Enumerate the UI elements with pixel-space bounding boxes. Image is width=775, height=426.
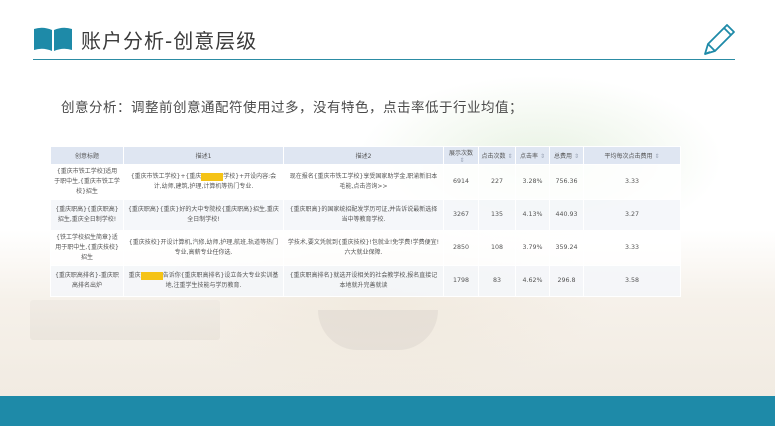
cell-desc2: {重庆职高}的国家统招配发学历可证,并告诉说最新选择当中等教育学校. bbox=[283, 199, 444, 231]
open-book-icon bbox=[34, 27, 72, 51]
table-row: {重庆职高}{重庆职高}招生,重庆全日制学校! {重庆职高}{重庆}好的大中专院… bbox=[50, 199, 681, 231]
cell-cost: 440.93 bbox=[549, 199, 584, 231]
cell-desc1: 重庆 告诉你{重庆职高排名}设立各大专业实训基地,注重学生技能与学历教育. bbox=[123, 265, 284, 297]
cell-ctr: 3.79% bbox=[515, 230, 550, 266]
cell-cpc: 3.58 bbox=[583, 265, 681, 297]
cell-ctr: 3.28% bbox=[515, 164, 550, 200]
table-header-row: 创意标题 描述1 描述2 展示次数⇕ 点击次数 ⇕ 点击率 ⇕ 总费用 ⇕ 平均每次点… bbox=[50, 146, 681, 165]
cell-title: {重庆职高}{重庆职高}招生,重庆全日制学校! bbox=[50, 199, 124, 231]
page-title: 账户分析-创意层级 bbox=[81, 28, 258, 53]
footer-bar bbox=[0, 396, 775, 426]
cell-cost: 359.24 bbox=[549, 230, 584, 266]
column-header-cost[interactable]: 总费用 ⇕ bbox=[549, 146, 584, 165]
table-row: {重庆职高排名}-重庆职高排名出炉 重庆 告诉你{重庆职高排名}设立各大专业实训基… bbox=[50, 265, 681, 297]
table-row: {铁工学校招生简章}适用于职中生,{重庆技校}招生 {重庆技校}开设计算机,汽修… bbox=[50, 230, 681, 266]
column-header-desc1: 描述1 bbox=[123, 146, 284, 165]
column-header-desc2: 描述2 bbox=[283, 146, 444, 165]
cell-impressions: 1798 bbox=[443, 265, 479, 297]
sort-icon[interactable]: ⇕ bbox=[540, 153, 545, 160]
cell-clicks: 227 bbox=[478, 164, 516, 200]
pencil-icon bbox=[704, 24, 735, 55]
column-header-ctr[interactable]: 点击率 ⇕ bbox=[515, 146, 550, 165]
cell-desc2: 学技术,要文凭就到{重庆技校}!包就业!免学费!学费便宜!六大就业保障. bbox=[283, 230, 444, 266]
cell-clicks: 108 bbox=[478, 230, 516, 266]
cell-clicks: 135 bbox=[478, 199, 516, 231]
cell-impressions: 2850 bbox=[443, 230, 479, 266]
table-row: {重庆市铁工学校]适用于职中生,{重庆市铁工学校}招生 {重庆市铁工学校}+{重… bbox=[50, 164, 681, 200]
cell-cpc: 3.27 bbox=[583, 199, 681, 231]
sort-icon[interactable]: ⇕ bbox=[507, 153, 512, 160]
cell-ctr: 4.13% bbox=[515, 199, 550, 231]
cell-cost: 296.8 bbox=[549, 265, 584, 297]
column-header-impressions[interactable]: 展示次数⇕ bbox=[443, 146, 479, 165]
column-header-title: 创意标题 bbox=[50, 146, 124, 165]
cell-clicks: 83 bbox=[478, 265, 516, 297]
title-divider bbox=[33, 59, 735, 60]
cell-title: {重庆市铁工学校]适用于职中生,{重庆市铁工学校}招生 bbox=[50, 164, 124, 200]
cell-impressions: 3267 bbox=[443, 199, 479, 231]
column-header-clicks[interactable]: 点击次数 ⇕ bbox=[478, 146, 516, 165]
cell-desc2: 现在报名{重庆市铁工学校}享受国家助学金,职渝新旧本毛能,点击咨询>> bbox=[283, 164, 444, 200]
cell-title: {铁工学校招生简章}适用于职中生,{重庆技校}招生 bbox=[50, 230, 124, 266]
analysis-summary: 创意分析：调整前创意通配符使用过多，没有特色，点击率低于行业均值； bbox=[61, 100, 523, 116]
sort-icon[interactable]: ⇕ bbox=[654, 153, 659, 160]
cell-desc2: {重庆职高排名}就选开设相关的社会教学校,报名直接记本地就升完善就读 bbox=[283, 265, 444, 297]
cell-desc1: {重庆技校}开设计算机,汽修,幼师,护理,航班,轨道等热门专业,高薪专业任你选. bbox=[123, 230, 284, 266]
redaction-block bbox=[140, 271, 163, 280]
cell-ctr: 4.62% bbox=[515, 265, 550, 297]
cell-cpc: 3.33 bbox=[583, 164, 681, 200]
background-books-decoration bbox=[30, 300, 220, 340]
cell-title: {重庆职高排名}-重庆职高排名出炉 bbox=[50, 265, 124, 297]
creative-table: 创意标题 描述1 描述2 展示次数⇕ 点击次数 ⇕ 点击率 ⇕ 总费用 ⇕ 平均每次点… bbox=[50, 146, 681, 297]
cell-cost: 756.36 bbox=[549, 164, 584, 200]
cell-desc1: {重庆职高}{重庆}好的大中专院校{重庆职高}招生,重庆全日制学校! bbox=[123, 199, 284, 231]
cell-cpc: 3.33 bbox=[583, 230, 681, 266]
sort-icon[interactable]: ⇕ bbox=[459, 157, 464, 164]
sort-icon[interactable]: ⇕ bbox=[574, 153, 579, 160]
column-header-cpc[interactable]: 平均每次点击费用 ⇕ bbox=[583, 146, 681, 165]
cell-desc1: {重庆市铁工学校}+{重庆 学校}+开设内容:会计,幼师,建筑,护理,计算机等热门… bbox=[123, 164, 284, 200]
cell-impressions: 6914 bbox=[443, 164, 479, 200]
slide-header: 账户分析-创意层级 bbox=[33, 22, 257, 56]
redaction-block bbox=[201, 172, 224, 181]
